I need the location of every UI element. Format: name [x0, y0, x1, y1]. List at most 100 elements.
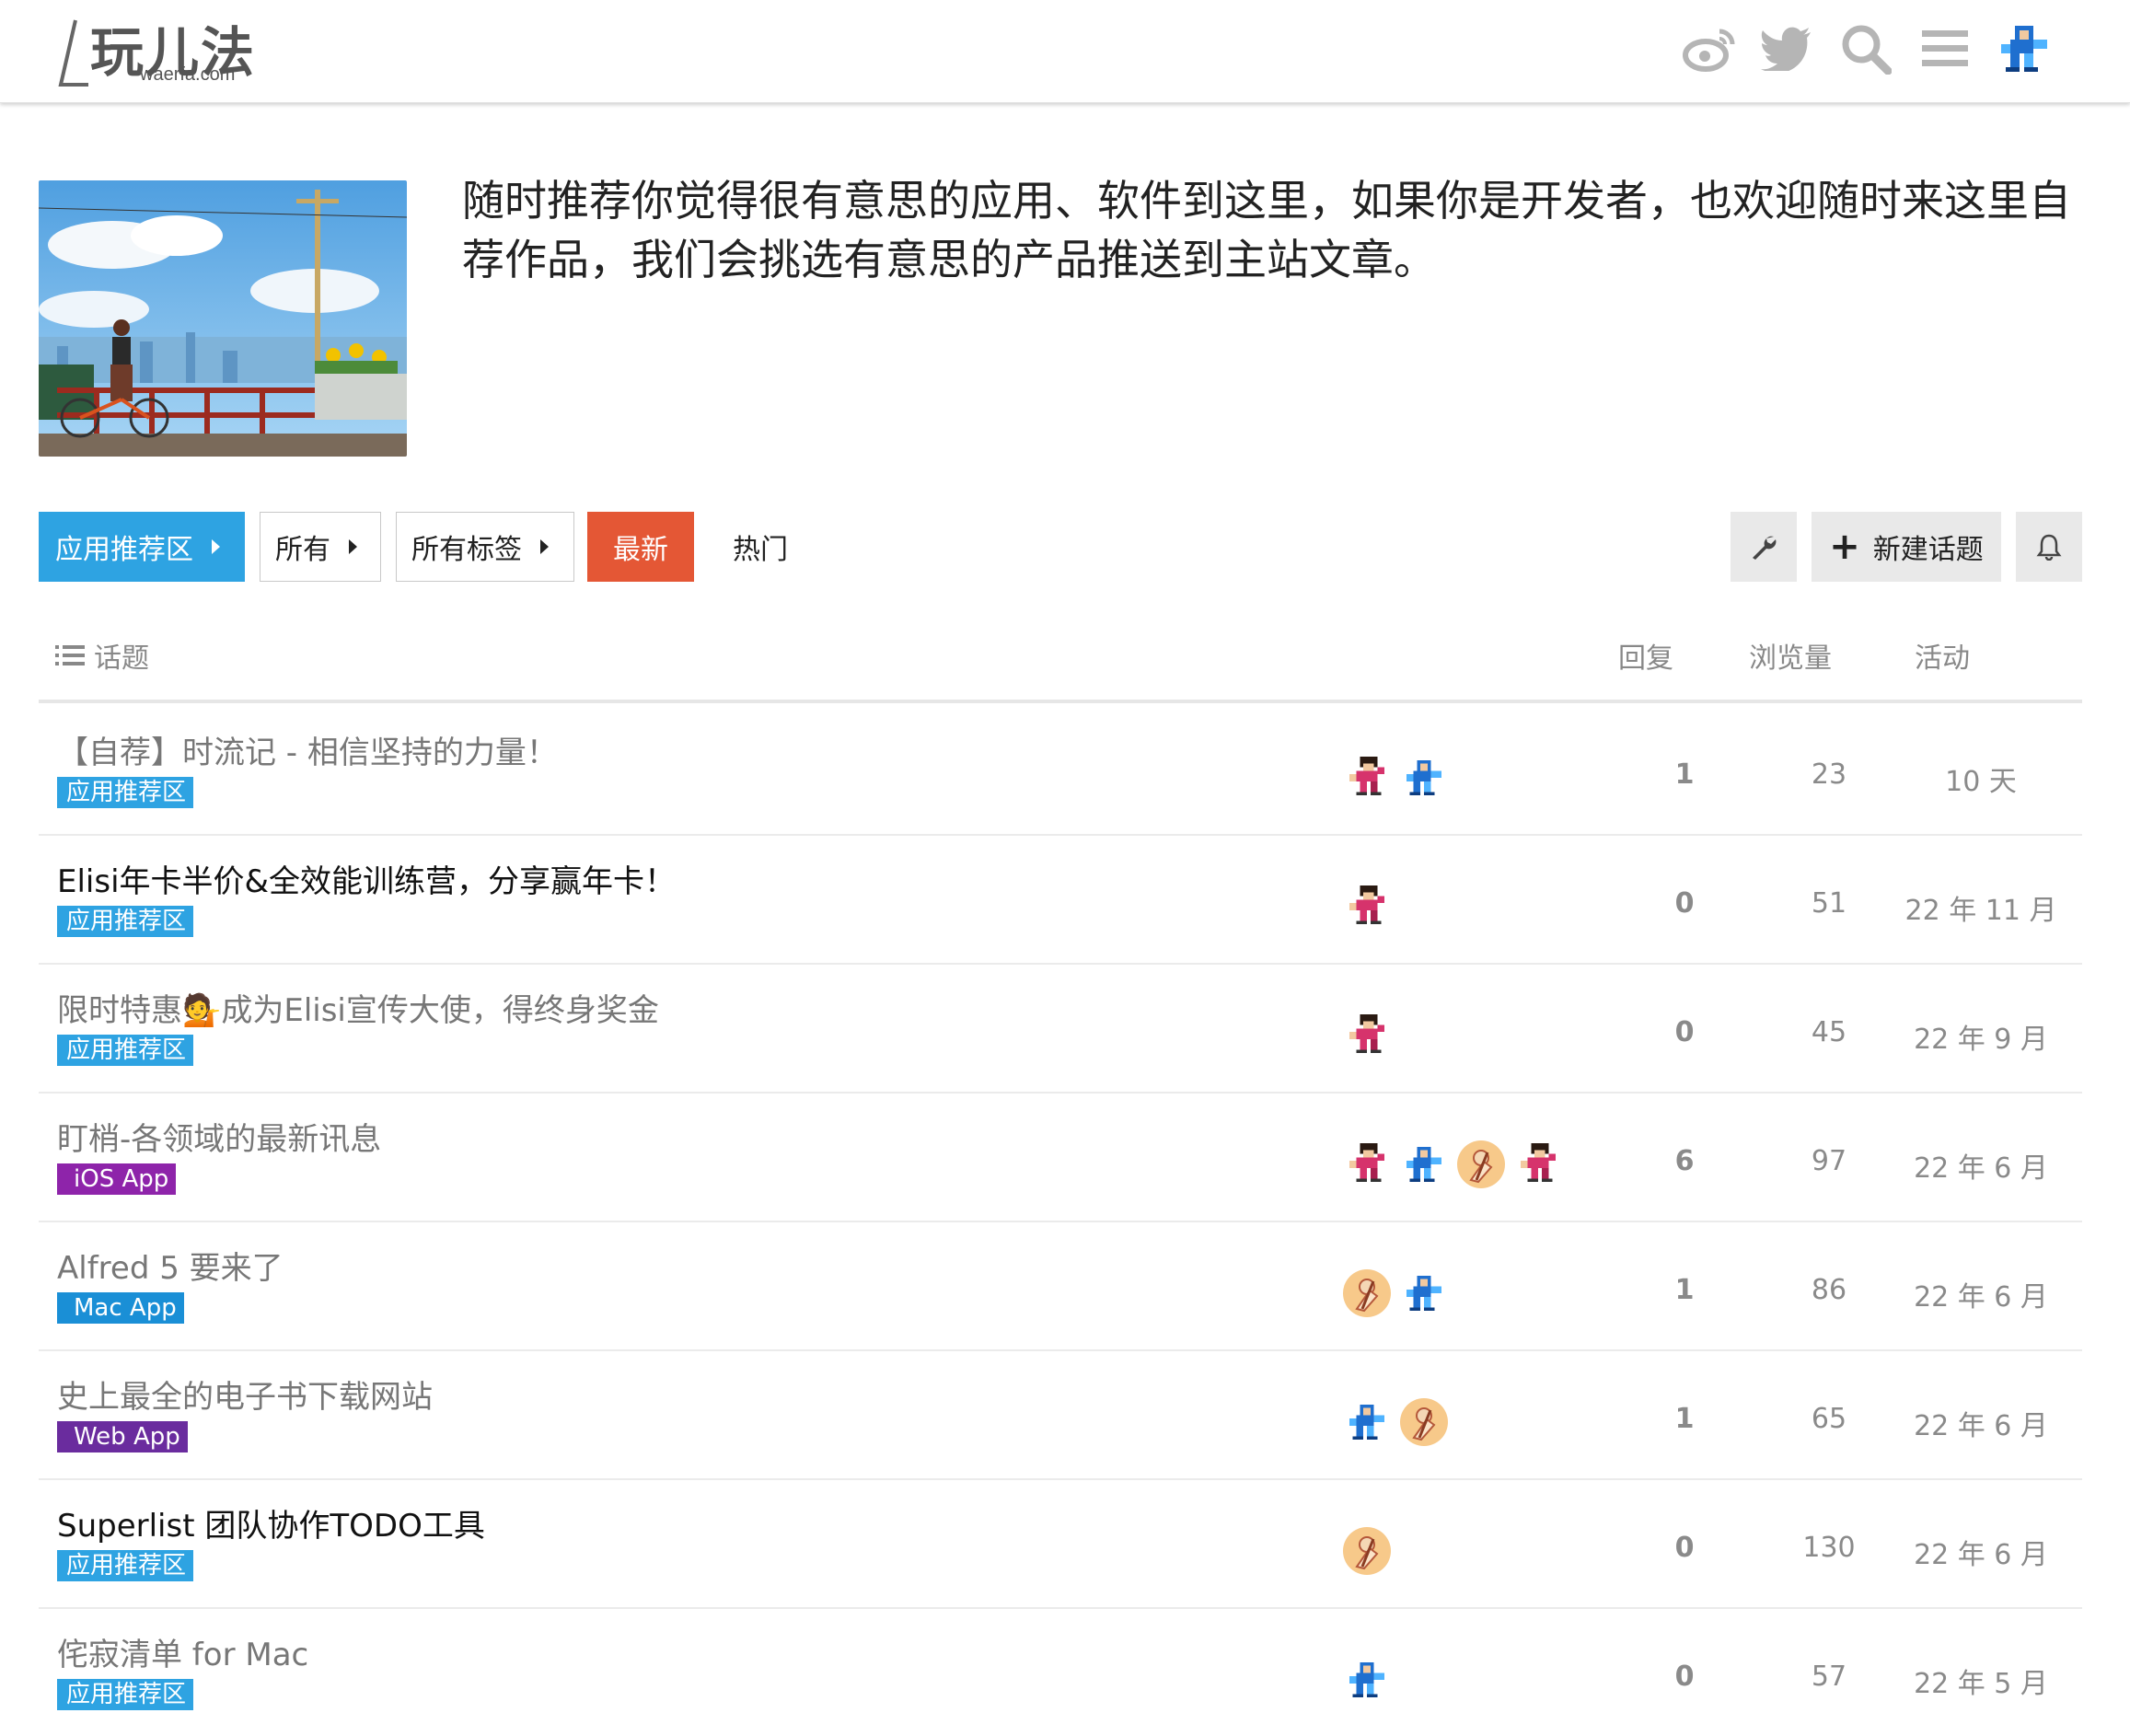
- table-row[interactable]: Superlist 团队协作TODO工具 应用推荐区 0 130 22 年 6 月: [39, 1480, 2082, 1609]
- topic-title-link[interactable]: 侘寂清单 for Mac: [57, 1629, 308, 1674]
- tags-dropdown-label: 所有标签: [411, 534, 522, 566]
- table-row[interactable]: Alfred 5 要来了 Mac App 1 86 22 年 6 月: [39, 1222, 2082, 1351]
- topic-title-link[interactable]: 【自荐】时流记 - 相信坚持的力量！: [57, 727, 558, 772]
- category-badge[interactable]: 应用推荐区: [57, 1035, 194, 1066]
- avatar-orange-character[interactable]: [1456, 1140, 1506, 1189]
- search-icon[interactable]: [1835, 18, 1896, 79]
- avatar-blue-robot[interactable]: [1399, 1268, 1449, 1318]
- column-header-topic[interactable]: 话题: [55, 635, 149, 676]
- edit-category-button[interactable]: [1731, 512, 1797, 582]
- column-header-replies[interactable]: 回复: [1609, 635, 1683, 676]
- category-badge[interactable]: 应用推荐区: [57, 777, 194, 808]
- category-badge[interactable]: iOS App: [57, 1163, 177, 1195]
- reply-count: 1: [1674, 758, 1695, 791]
- view-count: 130: [1802, 1532, 1856, 1564]
- avatar-orange-character[interactable]: [1342, 1268, 1392, 1318]
- table-row[interactable]: 侘寂清单 for Mac 应用推荐区 0 57 22 年 5 月: [39, 1609, 2082, 1736]
- activity-time[interactable]: 22 年 5 月: [1889, 1661, 2073, 1701]
- poster-avatars: [1342, 882, 1392, 933]
- reply-count: 1: [1674, 1403, 1695, 1435]
- tab-latest[interactable]: 最新: [587, 512, 694, 582]
- category-badge[interactable]: 应用推荐区: [57, 1550, 194, 1581]
- view-count: 86: [1811, 1274, 1847, 1306]
- activity-time[interactable]: 10 天: [1889, 758, 2073, 799]
- activity-time[interactable]: 22 年 9 月: [1889, 1016, 2073, 1057]
- menu-icon[interactable]: [1915, 18, 1975, 79]
- column-header-topic-label: 话题: [94, 642, 149, 675]
- poster-avatars: [1342, 1655, 1392, 1707]
- new-topic-label: 新建话题: [1872, 534, 1984, 566]
- table-row[interactable]: Elisi年卡半价&全效能训练营，分享赢年卡！ 应用推荐区 0 51 22 年 11 月: [39, 836, 2082, 965]
- activity-time[interactable]: 22 年 11 月: [1889, 887, 2073, 928]
- column-header-views[interactable]: 浏览量: [1740, 635, 1841, 676]
- subcategory-dropdown-label: 所有: [275, 534, 330, 566]
- avatar-pink-character[interactable]: [1342, 1140, 1392, 1189]
- tab-hot[interactable]: 热门: [714, 512, 806, 582]
- poster-avatars: [1342, 1011, 1392, 1062]
- category-banner-image: [39, 180, 407, 457]
- category-dropdown[interactable]: 应用推荐区: [39, 512, 245, 582]
- topic-title-link[interactable]: Alfred 5 要来了: [57, 1243, 284, 1288]
- view-count: 65: [1811, 1403, 1847, 1435]
- bell-icon: [2036, 534, 2062, 561]
- activity-time[interactable]: 22 年 6 月: [1889, 1403, 2073, 1443]
- user-avatar[interactable]: [1994, 18, 2055, 79]
- category-badge[interactable]: Mac App: [57, 1292, 184, 1324]
- caret-right-icon: [540, 539, 549, 554]
- avatar-blue-robot[interactable]: [1399, 1140, 1449, 1189]
- list-icon: [55, 645, 85, 665]
- tags-dropdown[interactable]: 所有标签: [396, 512, 574, 582]
- table-header-divider: [39, 700, 2082, 703]
- notifications-button[interactable]: [2016, 512, 2082, 582]
- caret-right-icon: [349, 539, 357, 554]
- column-header-activity[interactable]: 活动: [1887, 635, 1997, 676]
- weibo-icon[interactable]: [1679, 18, 1740, 79]
- reply-count: 0: [1674, 887, 1695, 920]
- topic-title-link[interactable]: 限时特惠💁成为Elisi宣传大使，得终身奖金: [57, 985, 659, 1030]
- subcategory-dropdown[interactable]: 所有: [260, 512, 381, 582]
- wrench-icon: [1753, 536, 1777, 560]
- category-badge[interactable]: Web App: [57, 1421, 188, 1452]
- category-badge[interactable]: 应用推荐区: [57, 1679, 194, 1710]
- activity-time[interactable]: 22 年 6 月: [1889, 1274, 2073, 1314]
- avatar-orange-character[interactable]: [1342, 1526, 1392, 1576]
- topic-title-link[interactable]: Superlist 团队协作TODO工具: [57, 1500, 485, 1545]
- avatar-blue-robot[interactable]: [1399, 753, 1449, 803]
- twitter-icon[interactable]: [1756, 18, 1817, 79]
- topic-title-link[interactable]: 史上最全的电子书下载网站: [57, 1371, 433, 1417]
- caret-right-icon: [212, 539, 220, 554]
- view-count: 23: [1811, 758, 1847, 791]
- category-description: 随时推荐你觉得很有意思的应用、软件到这里，如果你是开发者，也欢迎随时来这里自荐作…: [462, 176, 2071, 284]
- table-row[interactable]: 盯梢-各领域的最新讯息 iOS App 6 97 22 年 6 月: [39, 1094, 2082, 1222]
- plus-icon: +: [1829, 526, 1860, 568]
- avatar-blue-robot[interactable]: [1342, 1397, 1392, 1447]
- new-topic-button[interactable]: + 新建话题: [1812, 512, 2001, 582]
- avatar-pink-character[interactable]: [1342, 753, 1392, 803]
- topic-title-link[interactable]: Elisi年卡半价&全效能训练营，分享赢年卡！: [57, 856, 676, 901]
- category-badge[interactable]: 应用推荐区: [57, 906, 194, 937]
- avatar-pink-character[interactable]: [1513, 1140, 1563, 1189]
- site-logo[interactable]: 玩儿法 waerfa.com: [55, 9, 276, 92]
- reply-count: 6: [1674, 1145, 1695, 1177]
- table-row[interactable]: 【自荐】时流记 - 相信坚持的力量！ 应用推荐区 1 23 10 天: [39, 707, 2082, 836]
- view-count: 57: [1811, 1661, 1847, 1693]
- activity-time[interactable]: 22 年 6 月: [1889, 1532, 2073, 1572]
- view-count: 51: [1811, 887, 1847, 920]
- logo-subtitle: waerfa.com: [140, 64, 236, 85]
- reply-count: 0: [1674, 1016, 1695, 1048]
- category-dropdown-label: 应用推荐区: [55, 534, 193, 566]
- avatar-pink-character[interactable]: [1342, 882, 1392, 932]
- topic-title-link[interactable]: 盯梢-各领域的最新讯息: [57, 1114, 381, 1159]
- poster-avatars: [1342, 1140, 1563, 1191]
- logo-mark-icon: [58, 19, 88, 87]
- avatar-pink-character[interactable]: [1342, 1011, 1392, 1060]
- activity-time[interactable]: 22 年 6 月: [1889, 1145, 2073, 1186]
- reply-count: 1: [1674, 1274, 1695, 1306]
- avatar-blue-robot[interactable]: [1342, 1655, 1392, 1705]
- table-row[interactable]: 限时特惠💁成为Elisi宣传大使，得终身奖金 应用推荐区 0 45 22 年 9 月: [39, 965, 2082, 1094]
- poster-avatars: [1342, 1397, 1449, 1449]
- site-header: 玩儿法 waerfa.com: [0, 0, 2130, 103]
- avatar-orange-character[interactable]: [1399, 1397, 1449, 1447]
- poster-avatars: [1342, 1526, 1392, 1578]
- table-row[interactable]: 史上最全的电子书下载网站 Web App 1 65 22 年 6 月: [39, 1351, 2082, 1480]
